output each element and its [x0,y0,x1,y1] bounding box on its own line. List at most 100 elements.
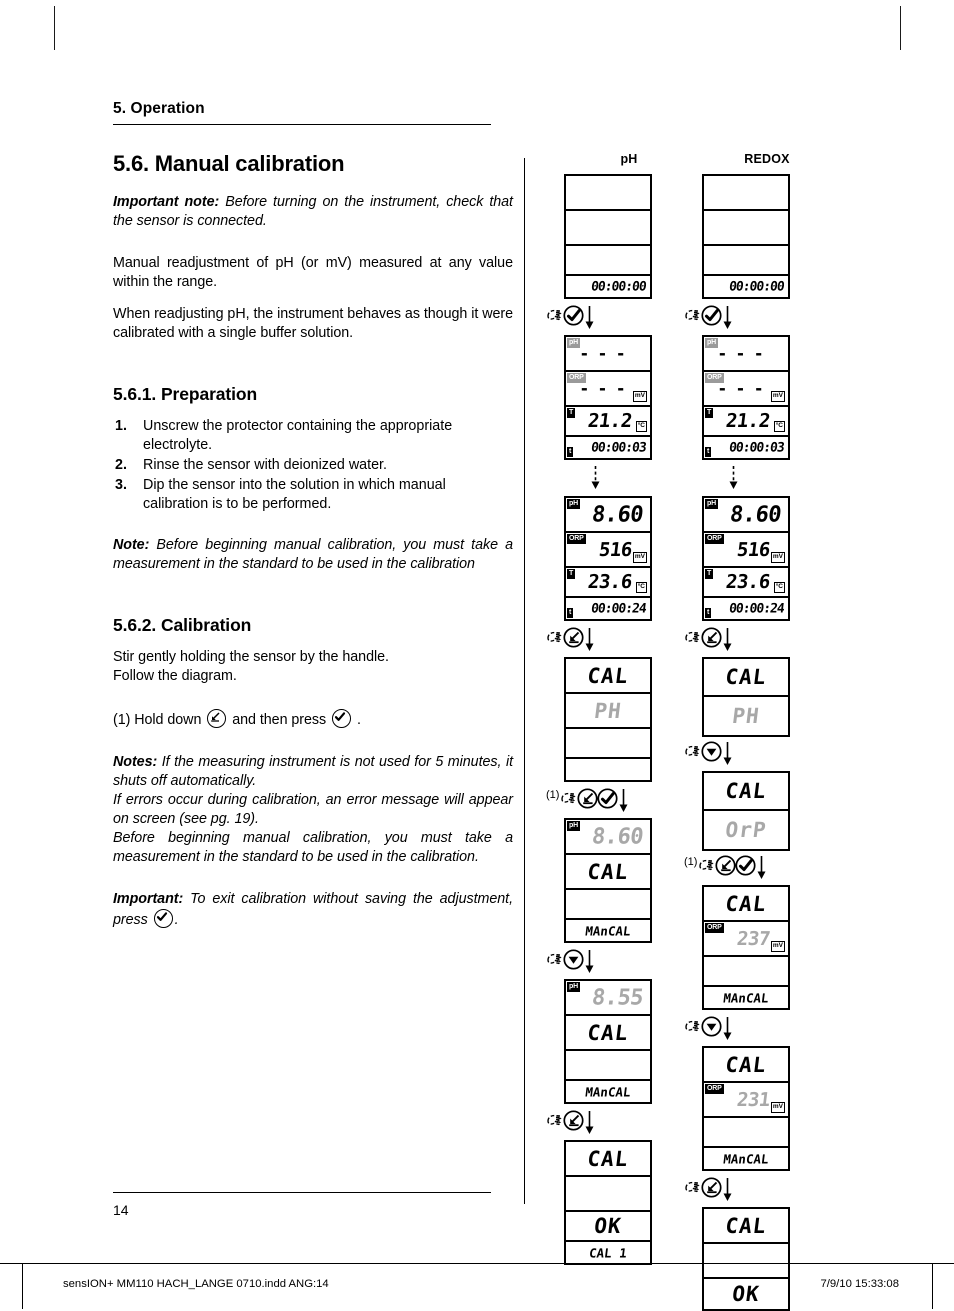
ph-screen-7: CAL OK CAL 1 [564,1140,652,1265]
lcd-row [566,759,650,780]
lcd-indicator-orp: ORP [705,1084,724,1095]
ph-screen-3: pH 8.60 ORP 516 mV T 23.6 °C t 00:00:24 [564,496,652,621]
lcd-unit-label: °C [635,421,647,432]
enter-arrow-key-icon[interactable] [563,1110,584,1131]
notes-text-3: Before beginning manual calibration, you… [113,830,513,865]
lcd-value: CAL [586,663,630,688]
flow-transition: (1) [546,788,629,814]
hold-down-middle: and then press [232,712,327,728]
note-label: Note: [113,537,150,553]
check-key-icon[interactable] [597,788,619,809]
section-heading-preparation: 5.6.1. Preparation [113,384,258,404]
lcd-row: pH 8.60 [704,498,788,533]
lcd-value: CAL [586,1146,630,1171]
lcd-value: 516 [735,538,772,561]
lcd-value: CAL [724,779,768,803]
lcd-row: MAnCAL [704,987,788,1008]
lcd-value: 00:00:24 [590,601,647,616]
enter-arrow-key-icon[interactable] [577,788,599,809]
ph-screen-1: 00:00:00 [564,174,652,299]
lcd-row: MAnCAL [566,920,650,941]
lcd-value: MAnCAL [722,990,770,1005]
redox-screen-7: CAL ORP 231 mV MAnCAL [702,1046,790,1171]
check-key-icon[interactable] [701,305,722,326]
footer-bar-right [932,1264,933,1309]
lcd-unit-label: mV [770,391,785,402]
preparation-steps-list: 1. Unscrew the protector containing the a… [113,417,513,514]
down-flow-arrow-icon [619,788,628,812]
lcd-row: 00:00:00 [704,276,788,297]
footer-file-info: sensION+ MM110 HACH_LANGE 0710.indd ANG:… [63,1278,329,1290]
check-key-icon [735,855,757,876]
lcd-value: MAnCAL [722,1151,770,1166]
down-arrow-key-icon[interactable] [701,1016,722,1037]
down-flow-arrow-icon [723,1177,732,1201]
preparation-note-paragraph: Note: Before beginning manual calibratio… [113,536,513,574]
down-flow-arrow-icon [590,466,601,490]
lcd-row [566,1051,650,1081]
down-flow-arrow-icon [722,627,733,652]
lcd-value: 00:00:03 [590,440,647,455]
down-arrow-key-icon[interactable] [563,949,584,970]
lcd-row: CAL [704,773,788,811]
lcd-value: 00:00:00 [728,279,785,294]
lcd-row: T 21.2 °C [704,407,788,437]
lcd-row [566,729,650,759]
lcd-value: CAL [724,891,768,916]
lcd-value: 21.2 [724,410,772,432]
lcd-row: pH - - - [704,337,788,372]
enter-arrow-key-icon [701,1177,722,1198]
down-flow-arrow-icon [722,1177,733,1202]
lcd-row: 00:00:00 [566,276,650,297]
enter-arrow-key-icon[interactable] [715,855,737,876]
down-flow-arrow-icon [618,788,629,813]
bottom-rule [113,1192,491,1193]
footer-timestamp: 7/9/10 15:33:08 [820,1278,899,1290]
lcd-value: 00:00:24 [728,601,785,616]
down-flow-arrow-icon [585,627,594,651]
ph-screen-5: pH 8.60 CAL MAnCAL [564,818,652,943]
lcd-row [566,211,650,246]
lcd-row: t 00:00:03 [566,437,650,458]
lcd-row: CAL [704,1048,788,1083]
check-key-icon[interactable] [735,855,757,876]
check-key-icon[interactable] [563,305,584,326]
lcd-row: CAL [566,1142,650,1177]
lcd-row [704,246,788,276]
ph-screen-2: pH - - - ORP - - - mV T 21.2 °C t 00:00:03 [564,335,652,460]
down-flow-arrow-icon [584,949,595,974]
hold-down-instruction: (1) Hold down and then press . [113,709,513,730]
lcd-row: ORP 516 mV [566,533,650,568]
lcd-indicator-orp: ORP [705,534,724,545]
diagram-divider-line [524,158,526,1204]
enter-arrow-key-icon[interactable] [563,627,584,648]
flow-transition [546,305,595,331]
redox-screen-1: 00:00:00 [702,174,790,299]
lcd-row: MAnCAL [566,1081,650,1102]
enter-arrow-key-icon[interactable] [701,1177,722,1198]
redox-screen-3: pH 8.60 ORP 516 mV T 23.6 °C t 00:00:24 [702,496,790,621]
lcd-row: OrP [704,811,788,849]
enter-arrow-key-icon[interactable] [701,627,722,648]
lcd-row: OK [566,1212,650,1242]
lcd-row [566,176,650,211]
step-text: Rinse the sensor with deionized water. [143,457,387,473]
redox-screen-4: CAL PH [702,657,790,737]
down-arrow-key-icon[interactable] [701,741,722,762]
lcd-row [704,957,788,987]
lcd-row: pH 8.60 [566,498,650,533]
page-number: 14 [113,1202,129,1218]
lcd-value: 00:00:03 [728,440,785,455]
transition-step-label: (1) [546,788,560,801]
enter-arrow-key-icon [563,1110,584,1131]
down-flow-arrow-icon [591,466,600,489]
lcd-indicator-t: t [567,446,574,457]
flow-transition [684,1016,733,1042]
lcd-row: CAL 1 [566,1242,650,1263]
check-key-icon [153,909,173,928]
down-flow-arrow-icon [756,855,767,880]
down-arrow-key-icon [701,741,722,762]
lcd-value: 516 [597,538,634,561]
enter-arrow-key-icon [577,788,599,809]
